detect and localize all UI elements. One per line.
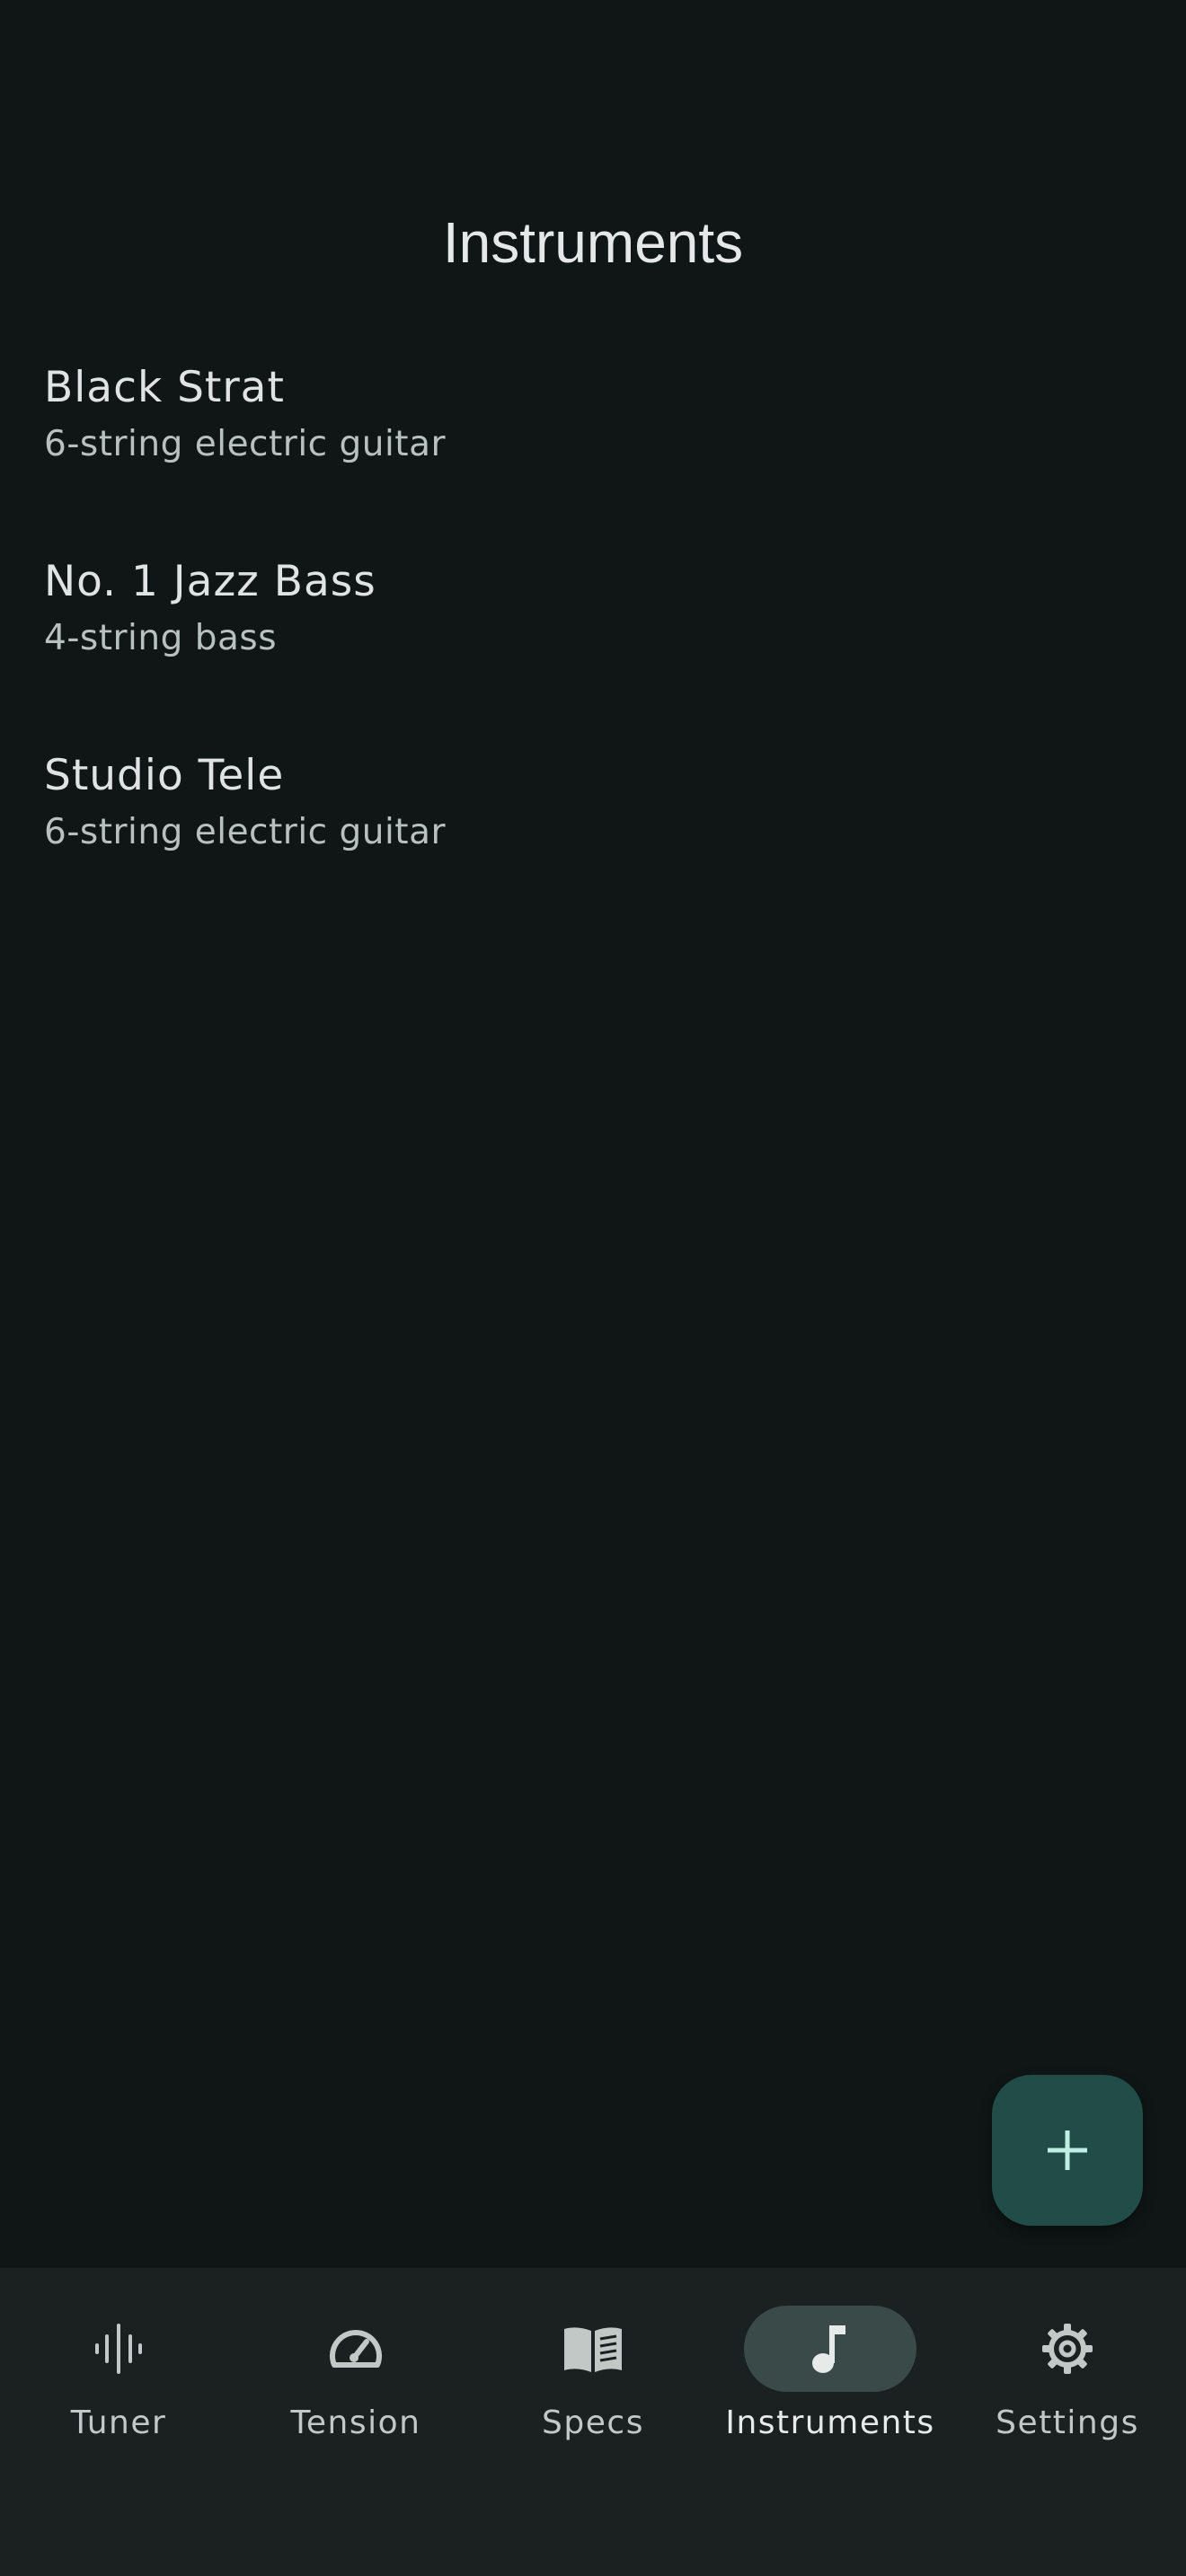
instrument-list: Black Strat 6-string electric guitar No.… [0, 352, 1186, 934]
nav-indicator [270, 2306, 442, 2392]
nav-item-specs[interactable]: Specs [474, 2268, 712, 2483]
nav-label: Tuner [70, 2404, 167, 2441]
nav-label: Specs [542, 2404, 644, 2441]
nav-label: Instruments [725, 2404, 935, 2441]
instrument-name: Studio Tele [44, 751, 285, 800]
nav-indicator [507, 2306, 679, 2392]
nav-indicator [981, 2306, 1154, 2392]
instrument-list-item[interactable]: No. 1 Jazz Bass 4-string bass [0, 546, 1186, 740]
nav-label: Tension [290, 2404, 421, 2441]
nav-indicator [744, 2306, 916, 2392]
instrument-list-item[interactable]: Studio Tele 6-string electric guitar [0, 740, 1186, 934]
instrument-type: 4-string bass [44, 618, 278, 658]
instrument-name: Black Strat [44, 363, 285, 412]
waveform-icon [95, 2324, 142, 2374]
nav-label: Settings [996, 2404, 1139, 2441]
instrument-type: 6-string electric guitar [44, 812, 447, 852]
nav-item-tension[interactable]: Tension [237, 2268, 474, 2483]
book-icon [564, 2327, 622, 2372]
nav-indicator [32, 2306, 205, 2392]
page-title: Instruments [442, 210, 744, 275]
instrument-type: 6-string electric guitar [44, 424, 447, 464]
nav-item-tuner[interactable]: Tuner [0, 2268, 237, 2483]
music-note-icon [812, 2325, 845, 2373]
nav-item-instruments[interactable]: Instruments [712, 2268, 949, 2483]
gear-icon [1042, 2324, 1093, 2374]
bottom-navigation: Tuner Tension Specs Instruments Settings [0, 2268, 1186, 2576]
instrument-name: No. 1 Jazz Bass [44, 557, 376, 606]
plus-icon [1048, 2130, 1087, 2170]
instrument-list-item[interactable]: Black Strat 6-string electric guitar [0, 352, 1186, 546]
nav-item-settings[interactable]: Settings [949, 2268, 1186, 2483]
gauge-icon [330, 2330, 382, 2368]
instruments-screen: Instruments Black Strat 6-string electri… [0, 0, 1186, 2576]
add-instrument-button[interactable] [992, 2075, 1143, 2226]
